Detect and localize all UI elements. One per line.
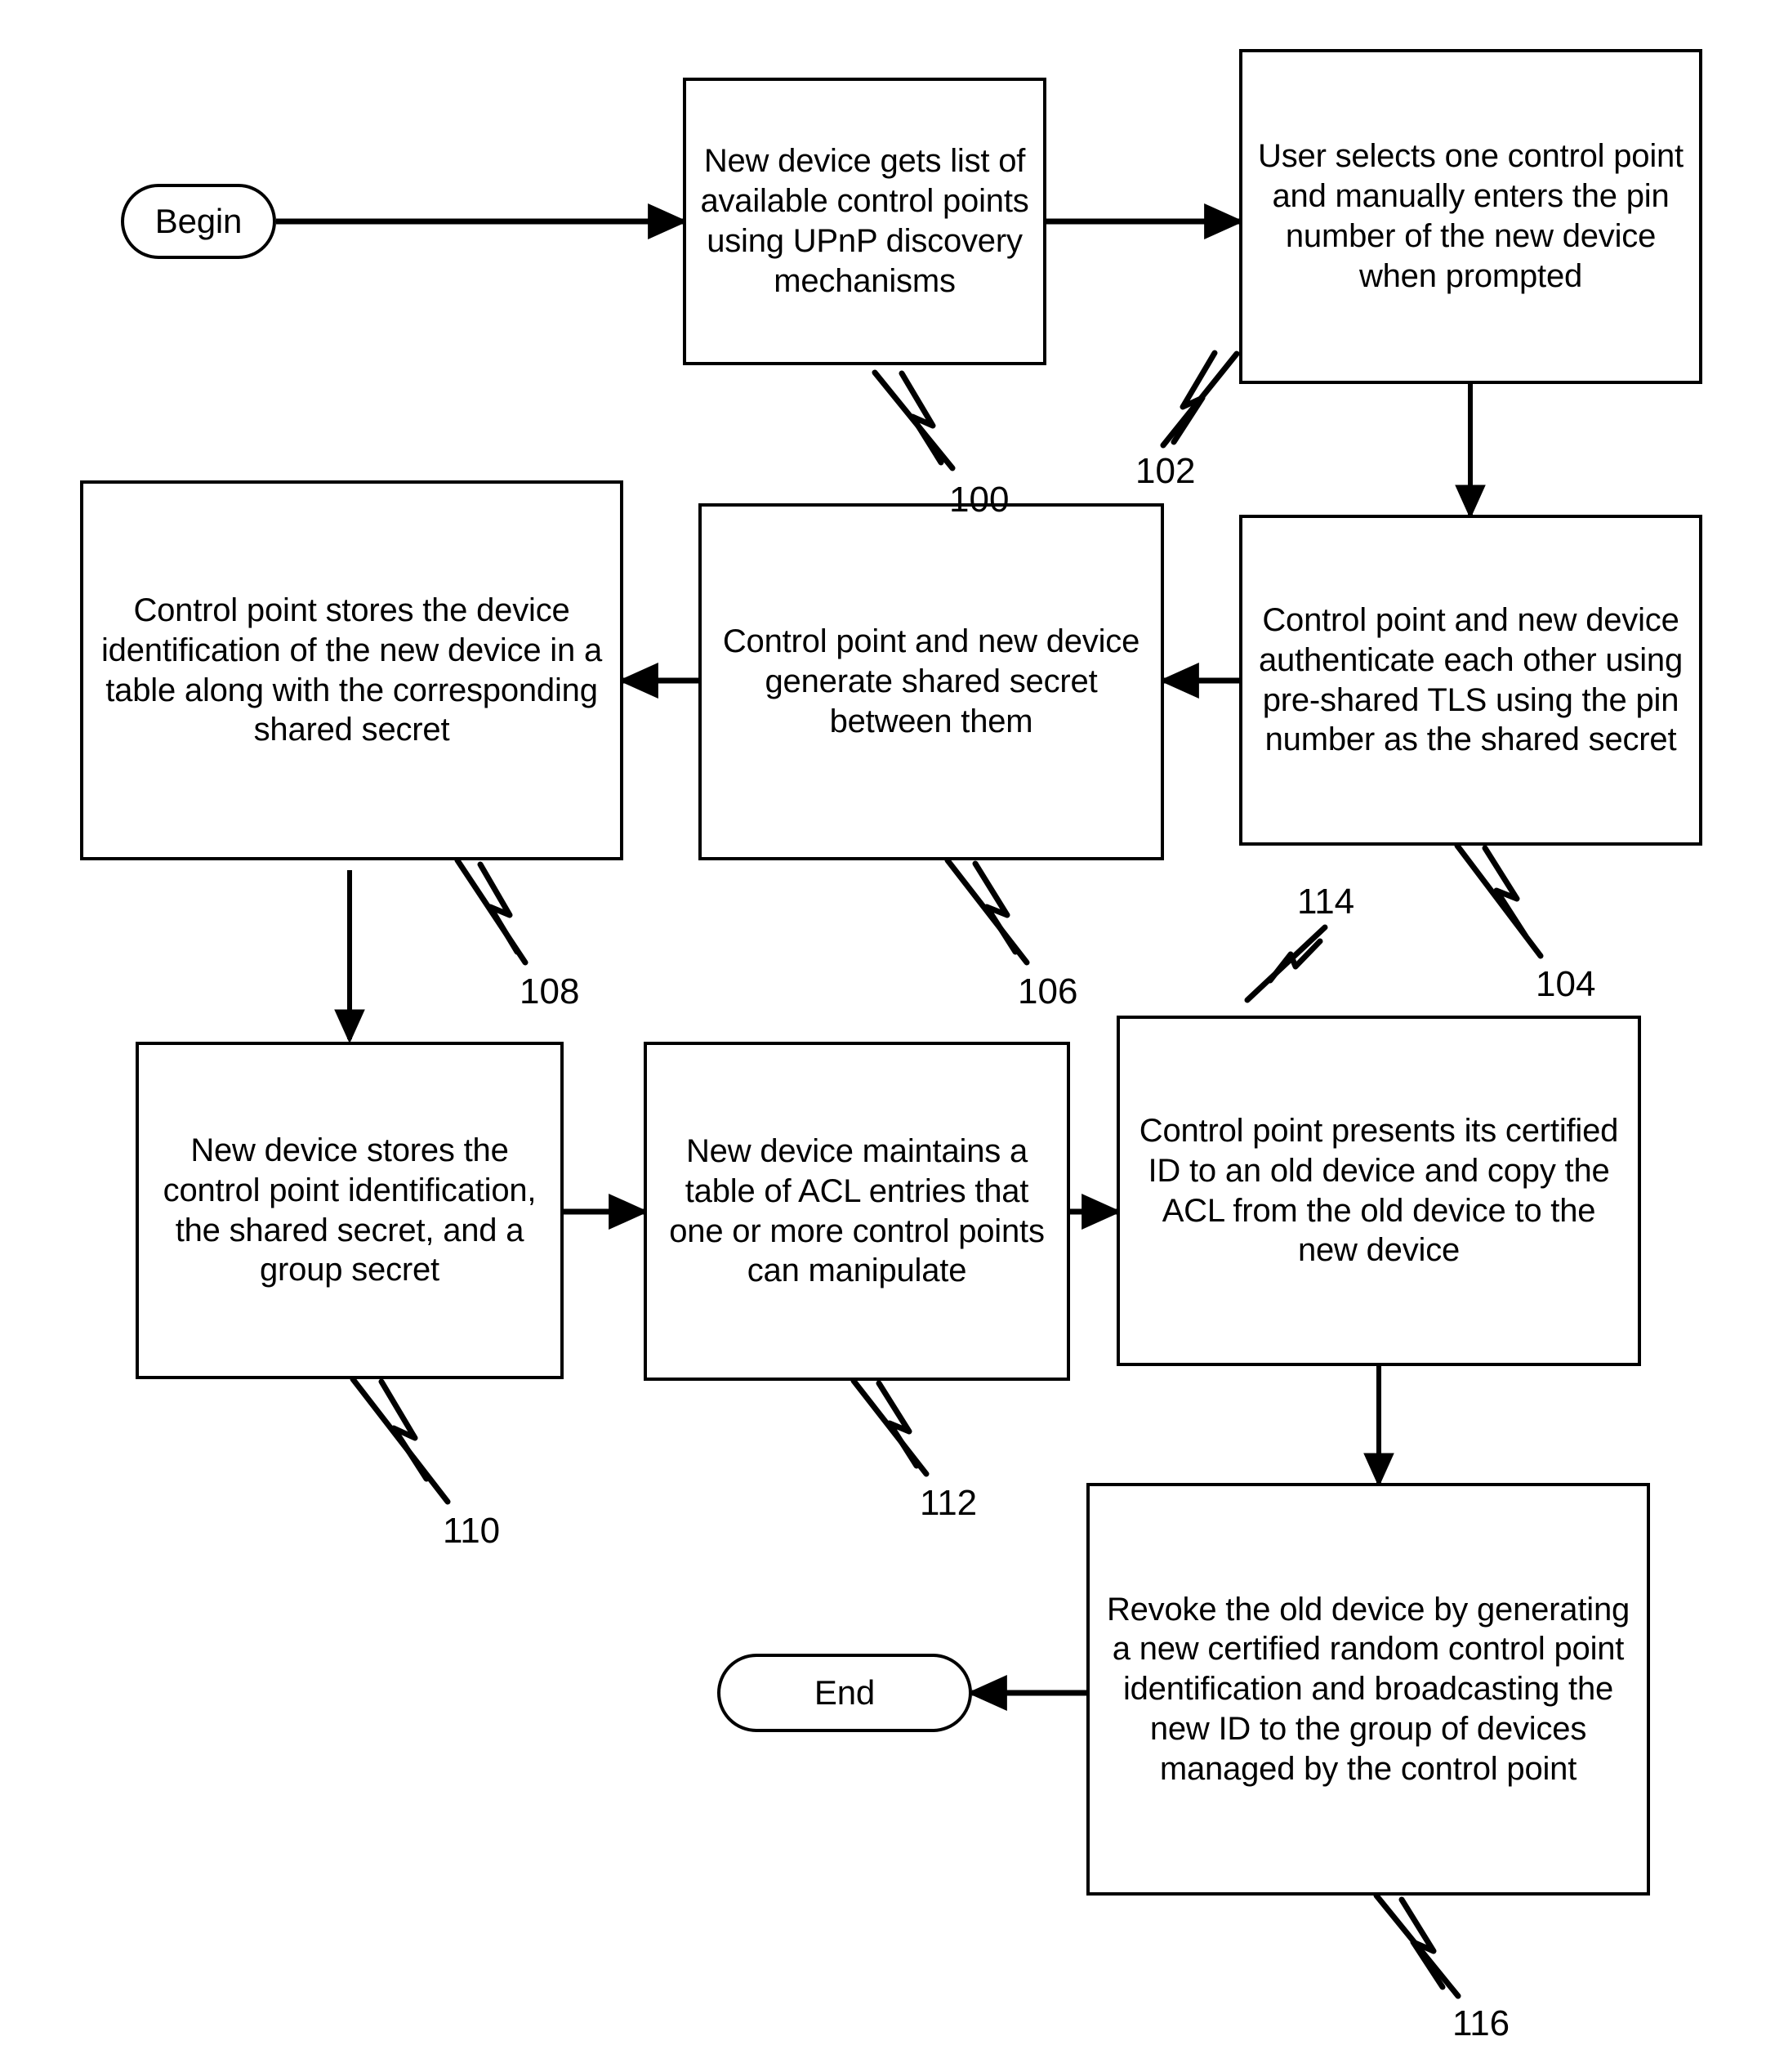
- ref-numeral-110: 110: [443, 1511, 501, 1551]
- process-box-106[interactable]: Control point and new device generate sh…: [698, 503, 1164, 860]
- leader-110: [350, 1376, 451, 1505]
- ref-numeral-116: 116: [1452, 2003, 1510, 2043]
- process-box-114[interactable]: Control point presents its certified ID …: [1117, 1016, 1641, 1366]
- leader-102: [1160, 350, 1240, 449]
- terminal-end-label: End: [814, 1673, 876, 1713]
- leader-106: [944, 857, 1030, 966]
- terminal-begin-label: Begin: [154, 202, 243, 241]
- process-box-102[interactable]: User selects one control point and manua…: [1239, 49, 1702, 384]
- leader-114: [1244, 924, 1328, 1003]
- process-box-112-label: New device maintains a table of ACL entr…: [669, 1132, 1045, 1289]
- leader-108: [454, 857, 528, 966]
- ref-numeral-102: 102: [1135, 451, 1196, 491]
- ref-numeral-106: 106: [1018, 971, 1078, 1011]
- process-box-102-label: User selects one control point and manua…: [1258, 138, 1684, 294]
- process-box-116-label: Revoke the old device by generating a ne…: [1106, 1591, 1630, 1787]
- process-box-100[interactable]: New device gets list of available contro…: [683, 78, 1046, 365]
- process-box-110-label: New device stores the control point iden…: [163, 1132, 537, 1288]
- terminal-begin[interactable]: Begin: [121, 184, 276, 259]
- process-box-100-label: New device gets list of available contro…: [700, 143, 1029, 299]
- process-box-108[interactable]: Control point stores the device identifi…: [80, 480, 623, 860]
- ref-numeral-108: 108: [520, 971, 580, 1011]
- leader-116: [1373, 1892, 1461, 1999]
- leader-104: [1454, 842, 1544, 959]
- leader-112: [850, 1378, 930, 1477]
- process-box-108-label: Control point stores the device identifi…: [101, 592, 602, 748]
- ref-numeral-104: 104: [1536, 964, 1596, 1004]
- process-box-104-label: Control point and new device authenticat…: [1258, 601, 1684, 758]
- ref-numeral-114: 114: [1297, 882, 1355, 922]
- flowchart-figure: Begin New device gets list of available …: [0, 0, 1775, 2072]
- process-box-106-label: Control point and new device generate sh…: [722, 623, 1140, 739]
- process-box-104[interactable]: Control point and new device authenticat…: [1239, 515, 1702, 846]
- process-box-116[interactable]: Revoke the old device by generating a ne…: [1086, 1483, 1650, 1896]
- ref-numeral-100: 100: [949, 480, 1010, 520]
- terminal-end[interactable]: End: [717, 1654, 972, 1732]
- process-box-112[interactable]: New device maintains a table of ACL entr…: [644, 1042, 1070, 1381]
- leader-100: [872, 369, 956, 471]
- ref-numeral-112: 112: [920, 1483, 978, 1523]
- process-box-114-label: Control point presents its certified ID …: [1139, 1112, 1619, 1269]
- process-box-110[interactable]: New device stores the control point iden…: [136, 1042, 564, 1379]
